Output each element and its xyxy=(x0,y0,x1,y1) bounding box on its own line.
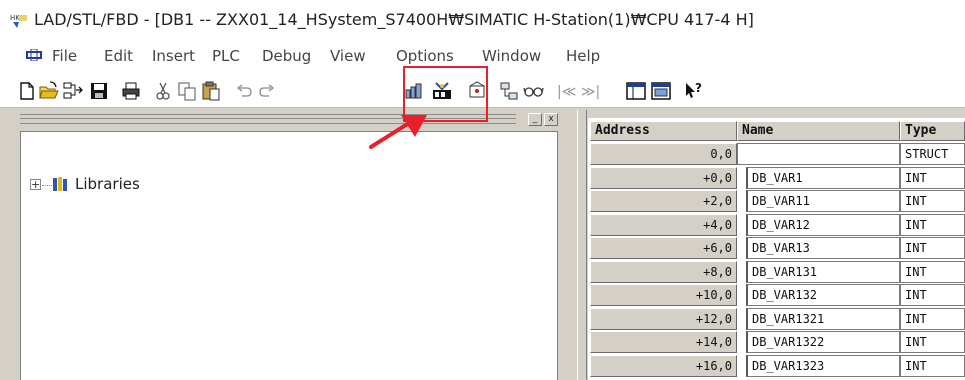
library-icon xyxy=(53,177,67,191)
cell-address[interactable]: +10,0 xyxy=(590,284,737,306)
pane-close-button[interactable]: x xyxy=(544,113,558,126)
toolbar-separator xyxy=(491,80,492,104)
cell-address[interactable]: +12,0 xyxy=(590,307,737,330)
title-bar: HK LAD/STL/FBD - [DB1 -- ZXX01_14_HSyste… xyxy=(0,0,965,40)
menu-edit[interactable]: Edit xyxy=(104,47,133,65)
arrow-icon xyxy=(369,115,427,149)
help-icon[interactable]: ? xyxy=(683,80,705,102)
pane-minimize-button[interactable]: _ xyxy=(528,113,542,126)
toolbar-separator xyxy=(676,80,677,104)
cell-type[interactable]: INT xyxy=(900,166,965,189)
cell-type[interactable]: INT xyxy=(900,284,965,306)
accessible-nodes-icon[interactable] xyxy=(62,80,84,102)
cell-name[interactable] xyxy=(737,143,900,165)
column-header-name[interactable]: Name xyxy=(737,121,900,141)
cell-type[interactable]: STRUCT xyxy=(900,143,965,165)
toolbar-separator xyxy=(226,80,227,104)
column-header-address[interactable]: Address xyxy=(590,121,737,141)
toolbar-separator xyxy=(146,80,147,104)
cell-type[interactable]: INT xyxy=(900,237,965,259)
pane-splitter[interactable] xyxy=(577,110,587,380)
details-icon[interactable] xyxy=(650,80,672,102)
svg-text:HK: HK xyxy=(10,14,20,22)
copy-icon[interactable] xyxy=(176,80,198,102)
menu-help[interactable]: Help xyxy=(566,47,600,65)
toolbar-separator xyxy=(113,80,114,104)
cell-address[interactable]: +8,0 xyxy=(590,260,737,283)
network-icon[interactable] xyxy=(498,80,520,102)
new-icon[interactable] xyxy=(16,80,38,102)
cell-name[interactable]: DB_VAR132 xyxy=(746,284,900,306)
cut-icon[interactable] xyxy=(152,80,174,102)
cell-name[interactable]: DB_VAR1 xyxy=(746,166,900,189)
menu-file[interactable]: File xyxy=(52,47,77,65)
menu-view[interactable]: View xyxy=(330,47,366,65)
undo-icon[interactable] xyxy=(233,80,255,102)
cell-type[interactable]: INT xyxy=(900,354,965,377)
toolbar-separator xyxy=(282,80,283,104)
glasses-icon[interactable] xyxy=(522,80,544,102)
cell-type[interactable]: INT xyxy=(900,190,965,212)
app-icon: HK xyxy=(10,13,28,29)
column-header-type[interactable]: Type xyxy=(900,121,965,141)
cell-name[interactable]: DB_VAR1322 xyxy=(746,331,900,353)
overview-icon[interactable] xyxy=(625,80,647,102)
menu-debug[interactable]: Debug xyxy=(262,47,311,65)
open-icon[interactable] xyxy=(38,80,60,102)
window-title: LAD/STL/FBD - [DB1 -- ZXX01_14_HSystem_S… xyxy=(34,10,754,29)
menu-insert[interactable]: Insert xyxy=(152,47,195,65)
menu-options[interactable]: Options xyxy=(396,47,454,65)
cell-name[interactable]: DB_VAR131 xyxy=(746,260,900,283)
catalog-header-box xyxy=(20,131,558,173)
save-icon[interactable] xyxy=(88,80,110,102)
redo-icon[interactable] xyxy=(256,80,278,102)
cell-address[interactable]: 0,0 xyxy=(590,143,737,165)
cell-name[interactable]: DB_VAR1323 xyxy=(746,354,900,377)
document-window-icon[interactable] xyxy=(26,49,42,61)
tree-connector xyxy=(42,185,52,186)
cell-type[interactable]: INT xyxy=(900,331,965,353)
catalog-tree xyxy=(20,170,558,380)
cell-type[interactable]: INT xyxy=(900,307,965,330)
navigate-icons[interactable]: |≪ ≫| xyxy=(557,80,613,102)
cell-address[interactable]: +2,0 xyxy=(590,190,737,212)
cell-address[interactable]: +14,0 xyxy=(590,331,737,353)
print-icon[interactable] xyxy=(120,80,142,102)
cell-address[interactable]: +16,0 xyxy=(590,354,737,377)
tree-item-libraries[interactable]: Libraries xyxy=(75,175,140,193)
cell-address[interactable]: +0,0 xyxy=(590,166,737,189)
cell-address[interactable]: +6,0 xyxy=(590,237,737,259)
toolbar-separator xyxy=(618,80,619,104)
cell-type[interactable]: INT xyxy=(900,260,965,283)
menu-window[interactable]: Window xyxy=(482,47,541,65)
cell-type[interactable]: INT xyxy=(900,213,965,236)
toolbar-separator xyxy=(548,80,549,104)
svg-text:?: ? xyxy=(695,81,702,95)
cell-name[interactable]: DB_VAR12 xyxy=(746,213,900,236)
cell-name[interactable]: DB_VAR13 xyxy=(746,237,900,259)
paste-icon[interactable] xyxy=(200,80,222,102)
cell-name[interactable]: DB_VAR11 xyxy=(746,190,900,212)
menu-plc[interactable]: PLC xyxy=(212,47,240,65)
expand-toggle[interactable]: + xyxy=(30,179,41,190)
cell-address[interactable]: +4,0 xyxy=(590,213,737,236)
cell-name[interactable]: DB_VAR1321 xyxy=(746,307,900,330)
svg-text:|≪ ≫|: |≪ ≫| xyxy=(557,84,600,100)
